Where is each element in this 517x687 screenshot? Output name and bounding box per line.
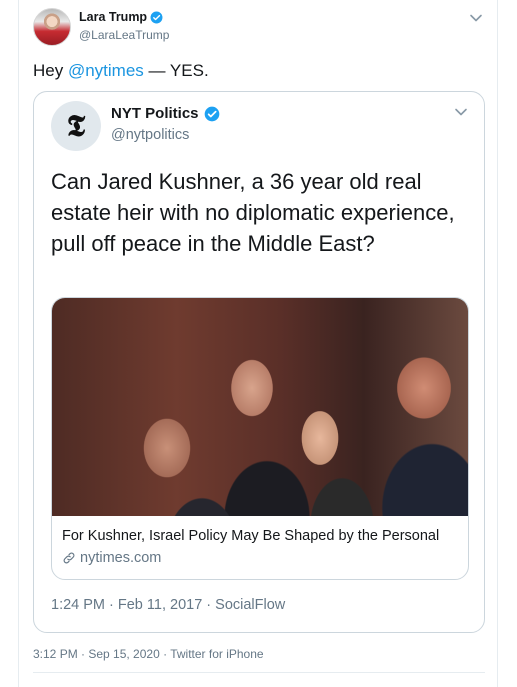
quoted-author-avatar[interactable]: 𝕿: [51, 101, 101, 151]
author-avatar[interactable]: [33, 8, 71, 46]
author-name[interactable]: Lara Trump: [79, 10, 147, 24]
link-icon: [63, 552, 75, 564]
author-handle[interactable]: @LaraLeaTrump: [79, 28, 169, 42]
nyt-logo-glyph: 𝕿: [66, 108, 86, 144]
divider: [33, 672, 485, 673]
quoted-author-handle[interactable]: @nytpolitics: [111, 127, 189, 143]
link-preview-domain[interactable]: nytimes.com: [80, 550, 161, 566]
link-preview-image[interactable]: [52, 298, 468, 516]
tweet-text-prefix: Hey: [33, 61, 68, 80]
author-name-row: Lara Trump: [79, 10, 163, 24]
chevron-down-icon[interactable]: [454, 106, 468, 118]
tweet-meta[interactable]: 3:12 PM · Sep 15, 2020 · Twitter for iPh…: [33, 647, 264, 661]
tweet-header: Lara Trump @LaraLeaTrump: [33, 8, 483, 48]
tweet-text: Hey @nytimes — YES.: [33, 61, 209, 81]
mention-link[interactable]: @nytimes: [68, 61, 144, 80]
quoted-tweet[interactable]: 𝕿 NYT Politics @nytpolitics Can Jared Ku…: [33, 91, 485, 633]
quoted-author-name-row: NYT Politics: [111, 105, 220, 122]
link-preview-card[interactable]: For Kushner, Israel Policy May Be Shaped…: [51, 297, 469, 580]
link-preview-title[interactable]: For Kushner, Israel Policy May Be Shaped…: [62, 528, 439, 544]
quoted-tweet-meta[interactable]: 1:24 PM · Feb 11, 2017 · SocialFlow: [51, 597, 285, 613]
verified-badge-icon: [204, 106, 219, 121]
tweet-text-suffix: — YES.: [143, 61, 209, 80]
quoted-author-name[interactable]: NYT Politics: [111, 105, 199, 122]
verified-badge-icon: [150, 11, 163, 23]
quoted-tweet-text: Can Jared Kushner, a 36 year old real es…: [51, 169, 455, 256]
chevron-down-icon[interactable]: [469, 12, 483, 24]
tweet-card: Lara Trump @LaraLeaTrump Hey @nytimes — …: [18, 0, 498, 687]
link-preview-domain-row: nytimes.com: [62, 550, 161, 566]
